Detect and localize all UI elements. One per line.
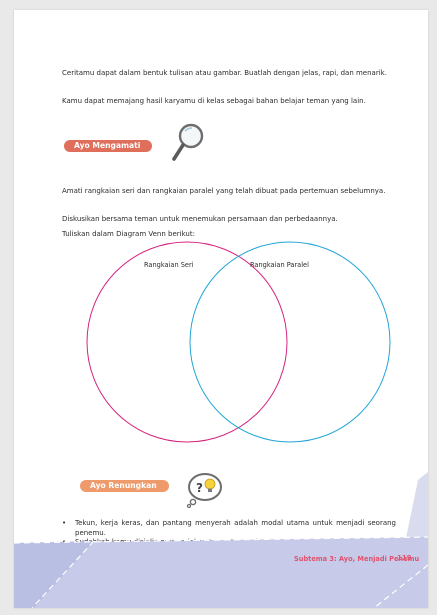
page-number: 119 bbox=[397, 554, 412, 562]
book-page: Ceritamu dapat dalam bentuk tulisan atau… bbox=[14, 10, 428, 608]
footer-band bbox=[14, 472, 428, 608]
